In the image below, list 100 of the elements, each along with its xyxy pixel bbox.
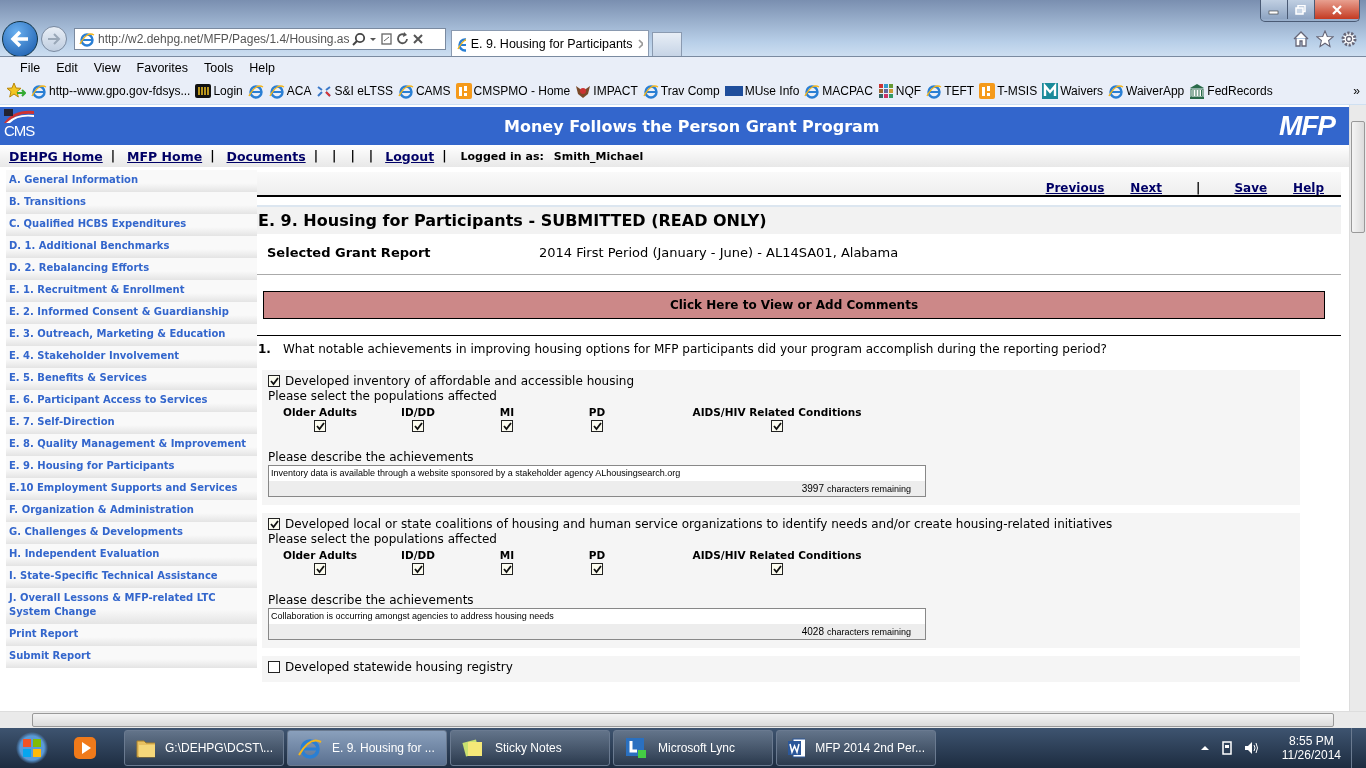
nav-link[interactable]: Logout [385,148,435,164]
menu-item[interactable]: Tools [196,59,242,76]
checkbox[interactable] [501,420,513,432]
sidebar-item[interactable]: I. State-Specific Technical Assistance [6,566,257,588]
answer-text: Collaboration is occurring amongst agencies to address housing needs [270,610,555,623]
menu-item[interactable]: Edit [48,59,86,76]
scroll-thumb[interactable] [1351,121,1365,233]
sidebar-item[interactable]: E. 4. Stakeholder Involvement [6,346,257,368]
restore-button[interactable] [1288,0,1315,19]
nav-link[interactable]: MFP Home [127,148,203,164]
nav-link[interactable]: Documents [226,148,306,164]
sidebar-item[interactable]: F. Organization & Administration [6,500,257,522]
toolbar-link[interactable]: Help [1293,181,1324,195]
menu-item[interactable]: View [85,59,129,76]
favorite-link[interactable]: T-MSIS [979,83,1038,99]
favorite-link[interactable]: Trav Comp [642,83,720,99]
sidebar-item[interactable]: C. Qualified HCBS Expenditures [6,214,257,236]
checkbox[interactable] [268,375,280,387]
favorite-link[interactable]: MACPAC [804,83,873,99]
vertical-scrollbar[interactable] [1349,105,1366,711]
back-button[interactable] [2,21,38,57]
sidebar-item[interactable]: D. 1. Additional Benchmarks [6,236,257,258]
favorites-star-icon[interactable] [1316,30,1334,48]
favorite-link[interactable]: http--www.gpo.gov-fdsys... [31,83,191,99]
checkbox[interactable] [771,563,783,575]
sidebar-item[interactable]: E. 8. Quality Management & Improvement [6,434,257,456]
m-logo-icon [1042,83,1059,99]
favorite-link[interactable]: TEFT [926,83,975,99]
refresh-icon[interactable] [396,32,410,46]
sidebar-item[interactable]: Print Report [6,624,257,646]
sidebar-item[interactable]: B. Transitions [6,192,257,214]
minimize-button[interactable] [1261,0,1288,19]
answer-box[interactable]: Collaboration is occurring amongst agencies to address housing needs 4028 characters remaining [268,608,926,640]
scroll-thumb[interactable] [32,713,1334,727]
taskbar-button[interactable]: G:\DEHPG\DCST\... [124,730,284,766]
menu-item[interactable]: Help [241,59,283,76]
sidebar-item[interactable]: E. 3. Outreach, Marketing & Education [6,324,257,346]
checkbox[interactable] [591,563,603,575]
sidebar-item[interactable]: E. 9. Housing for Participants [6,456,257,478]
checkbox[interactable] [314,420,326,432]
stop-icon[interactable] [412,32,425,46]
favorite-link[interactable]: S&I eLTSS [316,83,393,99]
forward-button[interactable] [41,26,67,52]
favorites-add-icon[interactable] [6,82,26,100]
taskbar-button[interactable]: MFP 2014 2nd Per... [776,730,936,766]
browser-tab[interactable]: E. 9. Housing for Participants [451,30,649,56]
favorite-link[interactable]: NQF [877,83,922,99]
volume-icon[interactable] [1243,740,1260,756]
menu-item[interactable]: File [12,59,49,76]
taskbar-button[interactable]: E. 9. Housing for ... [287,730,447,766]
menu-item[interactable]: Favorites [128,59,196,76]
sidebar-item[interactable]: E.10 Employment Supports and Services [6,478,257,500]
sidebar-item[interactable]: E. 5. Benefits & Services [6,368,257,390]
device-icon[interactable] [1219,740,1234,756]
sidebar-item[interactable]: E. 2. Informed Consent & Guardianship [6,302,257,324]
checkbox[interactable] [412,420,424,432]
checkbox[interactable] [591,420,603,432]
sidebar-item[interactable]: Submit Report [6,646,257,668]
sidebar-item[interactable]: J. Overall Lessons & MFP-related LTC System Change [6,588,257,624]
sidebar-item[interactable]: E. 7. Self-Direction [6,412,257,434]
search-icon[interactable] [352,32,367,46]
toolbar-link[interactable]: Save [1234,181,1268,195]
show-hidden-icons-icon[interactable] [1199,743,1210,753]
checkbox[interactable] [771,420,783,432]
sidebar-item[interactable]: A. General Information [6,170,257,192]
favorite-link[interactable]: MUse Info [724,83,800,99]
sidebar-item[interactable]: G. Challenges & Developments [6,522,257,544]
clock[interactable]: 8:55 PM 11/26/2014 [1281,734,1341,762]
favorite-link[interactable]: CMSPMO - Home [455,83,571,99]
taskbar-button[interactable]: Microsoft Lync [613,730,773,766]
toolbar-link[interactable]: Next [1130,181,1162,195]
favorite-link[interactable]: IMPACT [575,83,638,99]
page-icon[interactable] [380,32,394,46]
checkbox[interactable] [412,563,424,575]
more-favorites-button[interactable]: » [1353,84,1366,98]
close-button[interactable] [1315,0,1359,19]
favorite-link[interactable]: ACA [268,83,312,99]
checkbox[interactable] [314,563,326,575]
address-bar[interactable]: http://w2.dehpg.net/MFP/Pages/1.4/Housing.as [74,28,446,50]
favorite-link[interactable]: CAMS [397,83,451,99]
toolbar-link[interactable]: Previous [1045,181,1105,195]
browser-logo-icon[interactable] [247,83,264,99]
checkbox[interactable] [268,661,280,673]
home-icon[interactable] [1292,30,1310,48]
nav-link[interactable]: DEHPG Home [9,148,103,164]
checkbox[interactable] [501,563,513,575]
favorite-link[interactable]: FedRecords [1189,83,1273,99]
settings-icon[interactable] [1340,30,1358,48]
favorite-link[interactable]: Login [195,83,243,99]
horizontal-scrollbar[interactable] [0,711,1366,728]
sidebar-item[interactable]: D. 2. Rebalancing Efforts [6,258,257,280]
answer-box[interactable]: Inventory data is available through a website sponsored by a stakeholder agency ALhousingsearch.org 3997 characters remaining [268,465,926,497]
favorite-link[interactable]: WaiverApp [1108,83,1185,99]
sidebar-item[interactable]: E. 6. Participant Access to Services [6,390,257,412]
comments-button[interactable]: Click Here to View or Add Comments [263,291,1325,319]
favorite-link[interactable]: Waivers [1042,83,1104,99]
checkbox[interactable] [268,518,280,530]
sidebar-item[interactable]: H. Independent Evaluation [6,544,257,566]
taskbar-button[interactable]: Sticky Notes [450,730,610,766]
sidebar-item[interactable]: E. 1. Recruitment & Enrollment [6,280,257,302]
